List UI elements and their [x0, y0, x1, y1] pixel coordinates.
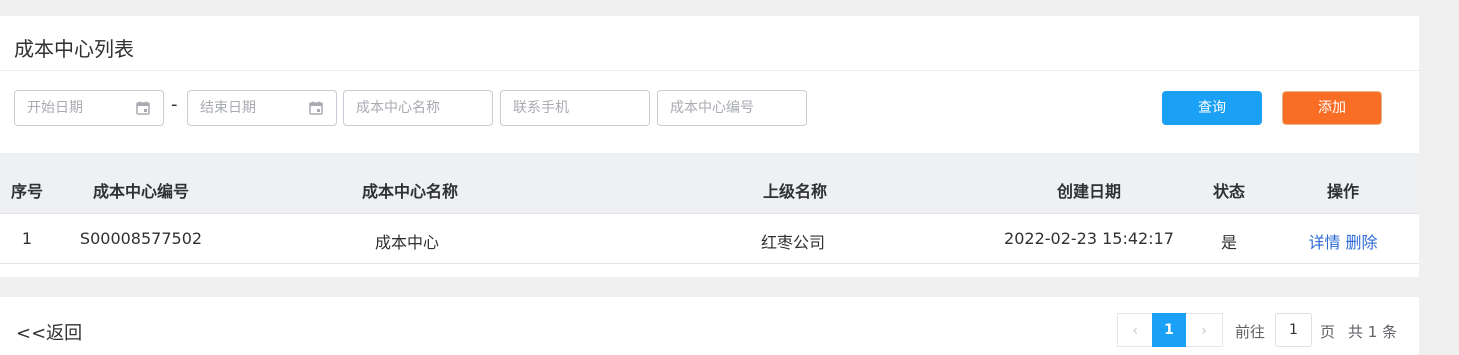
column-header-code: 成本中心编号: [92, 182, 190, 201]
cost-center-name-field[interactable]: [343, 90, 493, 126]
main-card: 成本中心列表 - 查询 添加 序号 成本中心编号 成本中: [0, 16, 1419, 277]
column-header-parent: 上级名称: [762, 182, 828, 201]
goto-page-input[interactable]: 1: [1275, 313, 1312, 347]
end-date-picker[interactable]: [187, 90, 337, 126]
column-header-actions: 操作: [1326, 182, 1360, 201]
prev-page-button[interactable]: ‹: [1117, 313, 1152, 347]
calendar-icon: [136, 101, 150, 115]
delete-link[interactable]: 删除: [1346, 233, 1378, 252]
column-header-index: 序号: [10, 182, 44, 201]
cell-parent: 红枣公司: [760, 233, 826, 252]
start-date-input[interactable]: [27, 99, 127, 117]
cell-actions: 详情 删除: [1308, 229, 1377, 253]
page-title: 成本中心列表: [14, 37, 134, 61]
title-divider: [0, 70, 1419, 71]
cell-name: 成本中心: [374, 233, 440, 252]
chevron-right-icon: ›: [1201, 323, 1207, 339]
query-button[interactable]: 查询: [1162, 91, 1262, 125]
table-header: 序号 成本中心编号 成本中心名称 上级名称 创建日期 状态 操作: [0, 153, 1419, 214]
cost-center-code-input[interactable]: [670, 99, 796, 117]
next-page-button[interactable]: ›: [1186, 313, 1223, 347]
chevron-left-icon: ‹: [1132, 323, 1138, 339]
calendar-icon: [309, 101, 323, 115]
end-date-input[interactable]: [200, 99, 300, 117]
column-header-name: 成本中心名称: [361, 182, 459, 201]
cell-status: 是: [1220, 233, 1238, 252]
date-range-separator: -: [171, 94, 178, 115]
cost-center-name-input[interactable]: [356, 99, 482, 117]
column-header-created: 创建日期: [1056, 182, 1122, 201]
start-date-picker[interactable]: [14, 90, 164, 126]
contact-phone-field[interactable]: [500, 90, 650, 126]
cost-center-code-field[interactable]: [657, 90, 807, 126]
cell-created: 2022-02-23 15:42:17: [1004, 229, 1174, 248]
add-button[interactable]: 添加: [1282, 91, 1382, 125]
back-link[interactable]: <<返回: [16, 319, 82, 345]
page-unit-label: 页: [1320, 323, 1336, 341]
total-count: 共 1 条: [1348, 323, 1398, 341]
detail-link[interactable]: 详情: [1308, 233, 1340, 252]
table-row: 1 S00008577502 成本中心 红枣公司 2022-02-23 15:4…: [0, 214, 1419, 264]
cell-index: 1: [21, 229, 33, 248]
cell-code: S00008577502: [79, 229, 203, 248]
page-number-1[interactable]: 1: [1152, 313, 1186, 347]
goto-label: 前往: [1235, 323, 1266, 341]
footer-bar: <<返回 ‹ 1 › 前往 1 页 共 1 条: [0, 297, 1419, 355]
column-header-status: 状态: [1212, 182, 1246, 201]
contact-phone-input[interactable]: [513, 99, 639, 117]
